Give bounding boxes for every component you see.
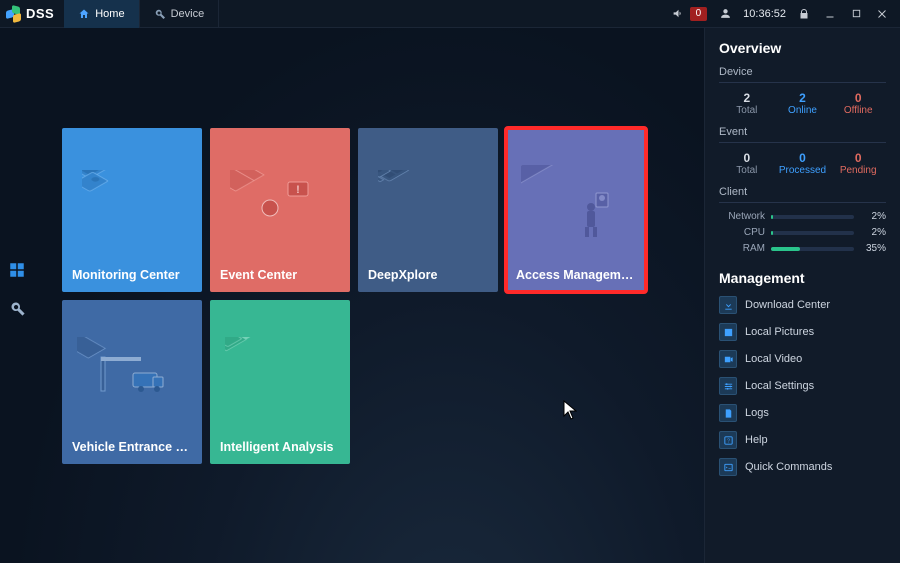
tile-label: Event Center bbox=[220, 268, 340, 282]
titlebar-controls: 0 10:36:52 bbox=[671, 6, 894, 22]
meter-ram: RAM 35% bbox=[719, 243, 886, 254]
app-grid: Monitoring Center ! Event Center bbox=[62, 128, 646, 464]
mgmt-quick-commands[interactable]: Quick Commands bbox=[719, 458, 886, 476]
close-button[interactable] bbox=[874, 6, 890, 22]
stat-event-pending: 0 Pending bbox=[830, 151, 886, 176]
tile-event-center[interactable]: ! Event Center bbox=[210, 128, 350, 292]
alarm-count: 0 bbox=[690, 7, 708, 21]
maximize-button[interactable] bbox=[848, 6, 864, 22]
right-panel: Overview Device 2 Total 2 Online 0 Offli… bbox=[704, 28, 900, 563]
meter-network: Network 2% bbox=[719, 211, 886, 222]
mgmt-label: Local Video bbox=[745, 353, 802, 365]
event-stats: 0 Total 0 Processed 0 Pending bbox=[719, 151, 886, 176]
wrench-icon bbox=[154, 8, 166, 20]
stat-device-online: 2 Online bbox=[775, 91, 831, 116]
tab-label: Device bbox=[171, 8, 205, 20]
mgmt-download-center[interactable]: Download Center bbox=[719, 296, 886, 314]
tile-label: DeepXplore bbox=[368, 268, 488, 282]
tile-access-management[interactable]: Access Management bbox=[506, 128, 646, 292]
mgmt-label: Download Center bbox=[745, 299, 830, 311]
alarm-icon bbox=[671, 6, 687, 22]
home-icon bbox=[78, 8, 90, 20]
management-list: Download Center Local Pictures Local Vid… bbox=[719, 296, 886, 476]
commands-icon bbox=[719, 458, 737, 476]
client-section-title: Client bbox=[719, 186, 886, 203]
help-icon: ? bbox=[719, 431, 737, 449]
mgmt-label: Local Settings bbox=[745, 380, 814, 392]
overview-title: Overview bbox=[719, 40, 886, 56]
app-logo: DSS bbox=[6, 6, 64, 22]
stat-event-total: 0 Total bbox=[719, 151, 775, 176]
left-rail bbox=[0, 28, 34, 563]
tile-label: Access Management bbox=[516, 268, 636, 282]
tile-intelligent-analysis[interactable]: Intelligent Analysis bbox=[210, 300, 350, 464]
clock: 10:36:52 bbox=[743, 8, 786, 20]
logo-mark-icon bbox=[6, 6, 22, 22]
svg-text:!: ! bbox=[296, 184, 300, 196]
tab-device[interactable]: Device bbox=[140, 0, 220, 28]
tile-monitoring-center[interactable]: Monitoring Center bbox=[62, 128, 202, 292]
mgmt-local-video[interactable]: Local Video bbox=[719, 350, 886, 368]
tab-home[interactable]: Home bbox=[64, 0, 139, 28]
mgmt-label: Logs bbox=[745, 407, 769, 419]
alarm-button[interactable]: 0 bbox=[671, 6, 708, 22]
device-section-title: Device bbox=[719, 66, 886, 83]
tile-label: Vehicle Entrance an... bbox=[72, 440, 192, 454]
device-stats: 2 Total 2 Online 0 Offline bbox=[719, 91, 886, 116]
logs-icon bbox=[719, 404, 737, 422]
event-section-title: Event bbox=[719, 126, 886, 143]
mgmt-label: Quick Commands bbox=[745, 461, 832, 473]
minimize-button[interactable] bbox=[822, 6, 838, 22]
mgmt-local-pictures[interactable]: Local Pictures bbox=[719, 323, 886, 341]
stat-device-total: 2 Total bbox=[719, 91, 775, 116]
stat-device-offline: 0 Offline bbox=[830, 91, 886, 116]
user-button[interactable] bbox=[717, 6, 733, 22]
cursor-icon bbox=[563, 400, 577, 420]
mgmt-help[interactable]: ? Help bbox=[719, 431, 886, 449]
mgmt-local-settings[interactable]: Local Settings bbox=[719, 377, 886, 395]
download-icon bbox=[719, 296, 737, 314]
mgmt-label: Help bbox=[745, 434, 768, 446]
rail-apps-button[interactable] bbox=[7, 260, 27, 280]
app-name: DSS bbox=[26, 6, 54, 21]
management-title: Management bbox=[719, 270, 886, 286]
tile-deepxplore[interactable]: DeepXplore bbox=[358, 128, 498, 292]
tab-label: Home bbox=[95, 8, 124, 20]
settings-icon bbox=[719, 377, 737, 395]
meter-cpu: CPU 2% bbox=[719, 227, 886, 238]
mgmt-logs[interactable]: Logs bbox=[719, 404, 886, 422]
stat-event-processed: 0 Processed bbox=[775, 151, 831, 176]
video-icon bbox=[719, 350, 737, 368]
svg-text:?: ? bbox=[727, 438, 730, 444]
lock-button[interactable] bbox=[796, 6, 812, 22]
mgmt-label: Local Pictures bbox=[745, 326, 814, 338]
picture-icon bbox=[719, 323, 737, 341]
tile-label: Monitoring Center bbox=[72, 268, 192, 282]
rail-tools-button[interactable] bbox=[7, 298, 27, 318]
tile-label: Intelligent Analysis bbox=[220, 440, 340, 454]
tile-vehicle-entrance[interactable]: Vehicle Entrance an... bbox=[62, 300, 202, 464]
titlebar: DSS Home Device 0 10:36:52 bbox=[0, 0, 900, 28]
